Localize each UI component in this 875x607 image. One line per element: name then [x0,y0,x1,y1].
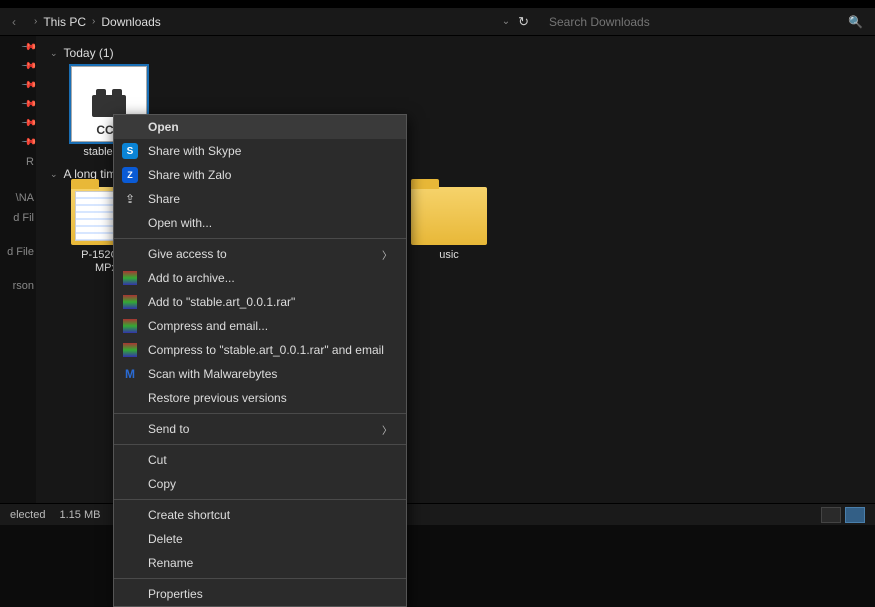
ctx-label: Cut [148,453,167,467]
separator [114,444,406,445]
chevron-right-icon: 〉 [382,422,392,437]
separator [114,238,406,239]
ctx-give-access[interactable]: Give access to 〉 [114,242,406,266]
ctx-scan-malwarebytes[interactable]: M Scan with Malwarebytes [114,362,406,386]
folder-name: usic [404,249,494,262]
ctx-compress-email[interactable]: Compress and email... [114,314,406,338]
ctx-label: Rename [148,556,193,570]
separator [114,413,406,414]
address-bar: ‹ › This PC › Downloads ⌄ ↻ 🔍 [0,8,875,36]
group-label: Today (1) [64,46,114,60]
ctx-copy[interactable]: Copy [114,472,406,496]
nav-pane[interactable]: 📌 📌 📌 📌 📌 📌 R \NA d Fil d File rson [0,36,36,503]
ctx-share-skype[interactable]: S Share with Skype [114,139,406,163]
winrar-icon [123,295,137,309]
folder-tile[interactable]: usic [404,187,494,275]
chevron-down-icon: ⌄ [50,48,58,59]
ctx-label: Add to archive... [148,271,235,285]
winrar-icon [123,343,137,357]
nav-item[interactable]: d Fil [4,212,36,224]
ctx-label: Add to "stable.art_0.0.1.rar" [148,295,295,309]
search-input[interactable] [549,15,840,29]
ctx-open[interactable]: Open [114,115,406,139]
ctx-send-to[interactable]: Send to 〉 [114,417,406,441]
chevron-right-icon: › [34,16,37,27]
ctx-label: Open with... [148,216,212,230]
title-bar [0,0,875,8]
breadcrumb-current[interactable]: Downloads [101,15,160,29]
view-tiles-button[interactable] [845,507,865,523]
separator [114,499,406,500]
ctx-rename[interactable]: Rename [114,551,406,575]
breadcrumb[interactable]: › This PC › Downloads [28,11,167,33]
ctx-cut[interactable]: Cut [114,448,406,472]
winrar-icon [123,271,137,285]
ctx-share[interactable]: ⇪ Share [114,187,406,211]
view-details-button[interactable] [821,507,841,523]
group-header-today[interactable]: ⌄ Today (1) [50,46,861,60]
search-box[interactable]: 🔍 [541,11,871,33]
share-icon: ⇪ [122,191,138,207]
ctx-label: Share with Zalo [148,168,231,182]
ctx-create-shortcut[interactable]: Create shortcut [114,503,406,527]
ctx-label: Create shortcut [148,508,230,522]
refresh-icon[interactable]: ↻ [518,14,529,30]
ctx-label: Delete [148,532,183,546]
ctx-label: Restore previous versions [148,391,287,405]
separator [114,578,406,579]
ctx-add-to-rar[interactable]: Add to "stable.art_0.0.1.rar" [114,290,406,314]
zalo-icon: Z [122,167,138,183]
ctx-label: Properties [148,587,203,601]
ctx-properties[interactable]: Properties [114,582,406,606]
breadcrumb-root[interactable]: This PC [43,15,86,29]
skype-icon: S [122,143,138,159]
search-icon[interactable]: 🔍 [848,15,863,29]
nav-item[interactable]: \NA [4,192,36,204]
ctx-label: Compress to "stable.art_0.0.1.rar" and e… [148,343,384,357]
ctx-restore-versions[interactable]: Restore previous versions [114,386,406,410]
ctx-label: Copy [148,477,176,491]
folder-icon [411,187,487,245]
nav-item[interactable]: R [4,156,36,168]
ctx-label: Give access to [148,247,227,261]
ctx-delete[interactable]: Delete [114,527,406,551]
chevron-down-icon: ⌄ [50,169,58,180]
nav-item[interactable]: rson [4,280,36,292]
ctx-open-with[interactable]: Open with... [114,211,406,235]
ctx-label: Scan with Malwarebytes [148,367,277,381]
status-size: 1.15 MB [59,509,100,521]
chevron-right-icon: 〉 [382,247,392,262]
ctx-label: Send to [148,422,189,436]
chevron-right-icon: › [92,16,95,27]
ctx-label: Share [148,192,180,206]
chevron-down-icon[interactable]: ⌄ [502,16,510,27]
ctx-label: Open [148,120,179,134]
back-chevron-icon[interactable]: ‹ [4,15,24,29]
address-right: ⌄ ↻ [502,14,529,30]
status-selected: elected [10,509,45,521]
malwarebytes-icon: M [122,366,138,382]
ctx-add-archive[interactable]: Add to archive... [114,266,406,290]
ctx-share-zalo[interactable]: Z Share with Zalo [114,163,406,187]
ctx-compress-to[interactable]: Compress to "stable.art_0.0.1.rar" and e… [114,338,406,362]
winrar-icon [123,319,137,333]
ctx-label: Share with Skype [148,144,241,158]
ctx-label: Compress and email... [148,319,268,333]
context-menu: Open SShare with Skype ZShare with Zalo … [113,114,407,607]
nav-item[interactable]: d File [4,246,36,258]
